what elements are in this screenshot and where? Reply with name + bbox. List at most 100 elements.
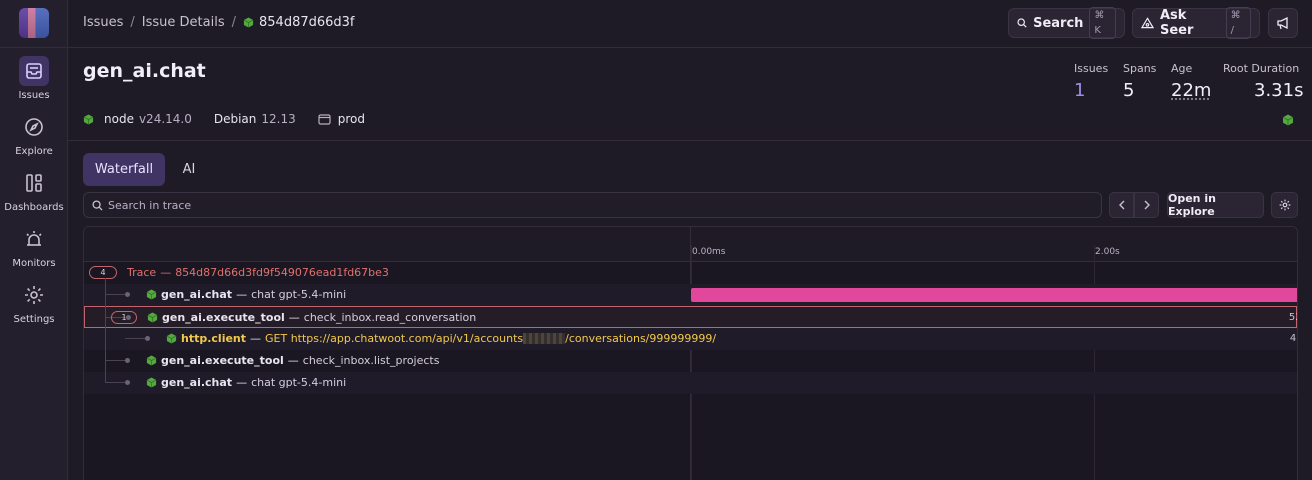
sidebar-item-dashboards[interactable]: Dashboards bbox=[0, 168, 68, 220]
os-name: Debian bbox=[214, 112, 257, 126]
sidebar-item-monitors[interactable]: Monitors bbox=[0, 224, 68, 276]
span-row[interactable]: http.client — GET https://app.chatwoot.com… bbox=[84, 328, 1297, 350]
tree-trunk-line bbox=[105, 278, 106, 383]
runtime-version: v24.14.0 bbox=[139, 112, 192, 126]
trace-root-label: 4 Trace — 854d87d66d3fd9f549076ead1fd67b… bbox=[89, 266, 389, 279]
span-children-toggle[interactable]: 1 bbox=[111, 311, 137, 324]
span-dash: — bbox=[250, 332, 261, 345]
stat-value-issues[interactable]: 1 bbox=[1074, 80, 1085, 101]
span-row[interactable]: gen_ai.execute_tool — check_inbox.read_con… bbox=[84, 306, 1297, 328]
breadcrumb-issues[interactable]: Issues bbox=[83, 15, 123, 30]
span-description: chat gpt-5.4-mini bbox=[251, 288, 346, 301]
breadcrumb-issue-details[interactable]: Issue Details bbox=[142, 15, 225, 30]
window-icon bbox=[318, 114, 331, 125]
tree-connector bbox=[105, 382, 125, 383]
stat-label-issues: Issues bbox=[1074, 62, 1108, 75]
trace-id: 854d87d66d3fd9f549076ead1fd67be3 bbox=[175, 266, 389, 279]
span-op: http.client bbox=[181, 332, 246, 345]
issue-tags: node v24.14.0 Debian 12.13 prod bbox=[83, 112, 387, 126]
redacted-block bbox=[523, 333, 565, 344]
trace-search-input[interactable] bbox=[108, 199, 1008, 212]
node-cube-icon bbox=[83, 114, 94, 125]
announcements-button[interactable] bbox=[1268, 8, 1298, 38]
trace-span-count[interactable]: 4 bbox=[89, 266, 117, 279]
runtime-tag[interactable]: node v24.14.0 bbox=[83, 112, 192, 126]
next-match-button[interactable] bbox=[1134, 192, 1159, 218]
os-tag[interactable]: Debian 12.13 bbox=[214, 112, 296, 126]
tree-connector bbox=[125, 338, 145, 339]
timeline-tick-label: 2.00s bbox=[1095, 247, 1120, 257]
span-op: gen_ai.execute_tool bbox=[162, 311, 285, 324]
top-bar: Issues / Issue Details / 854d87d66d3f Se… bbox=[68, 0, 1312, 48]
trace-dash: — bbox=[160, 266, 171, 279]
span-description-suffix: /conversations/999999999/ bbox=[565, 332, 716, 345]
span-duration-label: 437.17ms bbox=[1290, 333, 1298, 344]
span-label: gen_ai.execute_tool — check_inbox.list_pro… bbox=[146, 354, 439, 367]
environment-name: prod bbox=[338, 112, 365, 126]
open-in-explore-button[interactable]: Open in Explore bbox=[1167, 192, 1264, 218]
tree-node-dot bbox=[125, 292, 130, 297]
tree-connector bbox=[105, 360, 125, 361]
span-description: check_inbox.read_conversation bbox=[304, 311, 476, 324]
span-row[interactable]: gen_ai.chat—chat gpt-5.4-mini1.30s bbox=[84, 372, 1297, 394]
breadcrumb-issue-id[interactable]: 854d87d66d3f bbox=[243, 15, 355, 30]
environment-tag[interactable]: prod bbox=[318, 112, 365, 126]
trace-waterfall: 0.00ms2.00s4.00s6 4 Trace — 854d87d66d3f… bbox=[83, 226, 1298, 480]
span-label: gen_ai.chat — chat gpt-5.4-mini bbox=[146, 288, 346, 301]
sidebar-item-label: Explore bbox=[0, 146, 68, 157]
ask-seer-label: Ask Seer bbox=[1160, 8, 1220, 38]
span-label: gen_ai.chat — chat gpt-5.4-mini bbox=[146, 376, 346, 389]
inbox-icon bbox=[19, 56, 49, 86]
span-dash: — bbox=[236, 376, 247, 389]
breadcrumb-separator: / bbox=[130, 15, 134, 30]
gear-icon bbox=[1279, 199, 1291, 211]
span-row[interactable]: gen_ai.execute_tool — check_inbox.list_pro… bbox=[84, 350, 1297, 372]
span-dash: — bbox=[236, 288, 247, 301]
tree-node-dot bbox=[125, 358, 130, 363]
sidebar-item-settings[interactable]: Settings bbox=[0, 280, 68, 332]
stat-label-age: Age bbox=[1171, 62, 1192, 75]
breadcrumb-separator: / bbox=[232, 15, 236, 30]
span-description: GET https://app.chatwoot.com/api/v1/acco… bbox=[265, 332, 523, 345]
timeline-tick-label: 0.00ms bbox=[692, 247, 726, 257]
sidebar-item-explore[interactable]: Explore bbox=[0, 112, 68, 164]
sidebar: Issues Explore Dashboards Monitors Setti… bbox=[0, 0, 68, 480]
sidebar-item-label: Dashboards bbox=[0, 202, 68, 213]
stat-label-spans: Spans bbox=[1123, 62, 1156, 75]
tab-ai[interactable]: AI bbox=[175, 153, 203, 186]
page-title: gen_ai.chat bbox=[83, 60, 206, 82]
search-icon bbox=[92, 200, 103, 211]
search-icon bbox=[1017, 17, 1027, 29]
dashboard-icon bbox=[19, 168, 49, 198]
trace-root-row[interactable]: 4 Trace — 854d87d66d3fd9f549076ead1fd67b… bbox=[84, 262, 1297, 284]
sidebar-item-issues[interactable]: Issues bbox=[0, 56, 68, 108]
span-op: gen_ai.execute_tool bbox=[161, 354, 284, 367]
span-label: gen_ai.execute_tool — check_inbox.read_con… bbox=[147, 311, 476, 324]
span-description: chat gpt-5.4-mini bbox=[251, 376, 346, 389]
chevron-right-icon bbox=[1143, 200, 1151, 210]
node-cube-icon bbox=[147, 312, 158, 323]
tree-node-dot bbox=[145, 336, 150, 341]
span-row[interactable]: gen_ai.chat—chat gpt-5.4-mini3.31s bbox=[84, 284, 1297, 306]
ask-seer-button[interactable]: Ask Seer ⌘ / bbox=[1132, 8, 1260, 38]
span-duration-bar[interactable] bbox=[691, 288, 1298, 302]
node-cube-icon bbox=[243, 17, 254, 28]
gear-icon bbox=[19, 280, 49, 310]
tree-node-dot bbox=[125, 380, 130, 385]
runtime-name: node bbox=[104, 112, 134, 126]
previous-match-button[interactable] bbox=[1109, 192, 1134, 218]
sidebar-item-label: Issues bbox=[0, 90, 68, 101]
siren-icon bbox=[19, 224, 49, 254]
breadcrumb-id-text: 854d87d66d3f bbox=[259, 15, 355, 30]
trace-settings-button[interactable] bbox=[1271, 192, 1298, 218]
span-label: http.client — GET https://app.chatwoot.com… bbox=[166, 332, 716, 345]
tab-waterfall[interactable]: Waterfall bbox=[83, 153, 165, 186]
stat-value-age[interactable]: 22m bbox=[1171, 80, 1211, 101]
stat-label-root-duration: Root Duration bbox=[1223, 62, 1299, 75]
search-button-label: Search bbox=[1033, 16, 1083, 31]
search-button[interactable]: Search ⌘ K bbox=[1008, 8, 1125, 38]
compass-icon bbox=[19, 112, 49, 142]
sidebar-item-label: Monitors bbox=[0, 258, 68, 269]
stat-value-root-duration: 3.31s bbox=[1254, 80, 1303, 101]
org-avatar[interactable] bbox=[19, 8, 49, 38]
